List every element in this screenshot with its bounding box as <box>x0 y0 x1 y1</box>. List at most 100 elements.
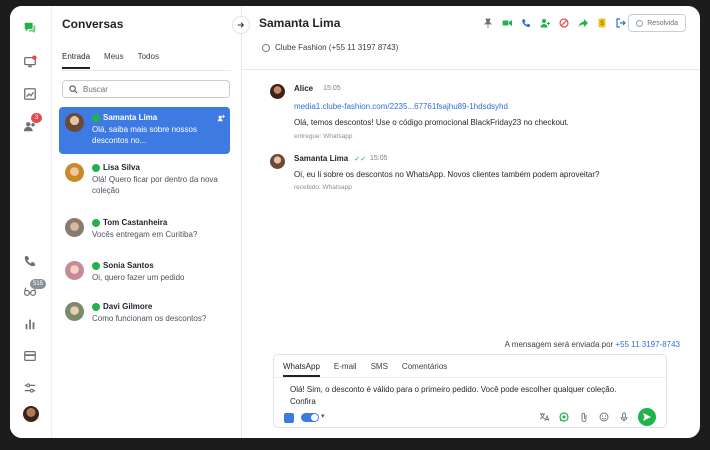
message-text: Oi, eu li sobre os descontos no WhatsApp… <box>294 170 600 179</box>
header-actions: $ <box>482 17 634 28</box>
conversation-preview: Oi, quero fazer um pedido <box>92 273 185 282</box>
send-info-prefix: A mensagem será enviada por <box>504 340 614 349</box>
composer-tools <box>529 408 656 426</box>
contact-channel-text: Clube Fashion (+55 11 3197 8743) <box>275 43 399 52</box>
users-badge: 3 <box>31 113 42 123</box>
channel-tabs: WhatsApp E-mail SMS Comentários <box>283 362 461 377</box>
attachment-icon[interactable] <box>578 412 589 423</box>
tab-entrada[interactable]: Entrada <box>62 52 91 69</box>
check-circle-icon <box>636 19 644 27</box>
conversation-name-row: Samanta Lima <box>92 113 157 122</box>
tab-sms[interactable]: SMS <box>371 362 388 377</box>
nav-rail: 3 515 <box>10 6 52 438</box>
avatar <box>65 218 84 237</box>
microphone-icon[interactable] <box>618 412 629 423</box>
coin-icon[interactable]: $ <box>596 17 607 28</box>
user-avatar[interactable] <box>23 406 39 422</box>
phone-icon[interactable] <box>22 253 38 269</box>
chat-header: Samanta Lima Clube Fashion (+55 11 3197 … <box>232 6 700 70</box>
conversations-panel: Conversas Entrada Meus Todos Buscar Sama… <box>52 6 242 438</box>
chat-icon[interactable] <box>22 20 38 36</box>
emoji-icon[interactable] <box>598 412 609 423</box>
contact-name: Samanta Lima <box>259 16 341 30</box>
message-header: Samanta Lima ✓✓ 15:05 <box>294 154 388 163</box>
message-time: 15:05 <box>323 85 341 92</box>
message-time: 15:05 <box>369 155 388 162</box>
contact-channel: Clube Fashion (+55 11 3197 8743) <box>262 43 398 52</box>
tab-whatsapp[interactable]: WhatsApp <box>283 362 320 377</box>
whatsapp-icon <box>92 163 100 172</box>
send-info-number[interactable]: +55 11 3197-8743 <box>615 340 680 349</box>
search-input[interactable]: Buscar <box>62 80 230 98</box>
message-header: Alice 15:05 <box>294 84 341 93</box>
bar-chart-icon[interactable] <box>22 316 38 332</box>
conversation-preview: Como funcionam os descontos? <box>92 314 207 323</box>
conversation-item[interactable]: Samanta Lima Olá, saiba mais sobre nosso… <box>59 107 230 154</box>
resolve-button[interactable]: Resolvida <box>628 14 686 32</box>
chevron-down-icon[interactable]: ▾ <box>321 412 325 420</box>
message-author: Alice <box>294 84 314 93</box>
users-icon[interactable]: 3 <box>22 113 42 134</box>
conversation-name: Tom Castanheira <box>103 218 168 227</box>
glasses-badge: 515 <box>30 279 46 289</box>
block-icon[interactable] <box>558 17 569 28</box>
whatsapp-icon <box>92 218 100 227</box>
send-button[interactable] <box>638 408 656 426</box>
avatar <box>65 261 84 280</box>
ai-assist-icon[interactable] <box>284 413 294 423</box>
conversation-name: Lisa Silva <box>103 163 140 172</box>
message-composer: WhatsApp E-mail SMS Comentários Olá! Sim… <box>273 354 667 428</box>
signature-toggle[interactable] <box>301 413 319 422</box>
message-author: Samanta Lima <box>294 154 349 163</box>
conversation-name: Davi Gilmore <box>103 302 153 311</box>
chat-panel: Samanta Lima Clube Fashion (+55 11 3197 … <box>232 6 700 438</box>
conversation-preview: Olá! Quero ficar por dentro da nova cole… <box>92 175 218 195</box>
message-input-line: Olá! Sim, o desconto é válido para o pri… <box>290 385 617 394</box>
conversation-name-row: Lisa Silva <box>92 163 140 172</box>
monitor-alert-icon[interactable] <box>22 54 38 70</box>
avatar <box>65 113 84 132</box>
pin-icon[interactable] <box>482 17 493 28</box>
message-link[interactable]: media1.clube-fashion.com/2235...67761fsa… <box>294 102 508 111</box>
conversation-item[interactable]: Sonia Santos Oi, quero fazer um pedido <box>59 255 230 302</box>
exit-icon[interactable] <box>615 17 626 28</box>
send-info: A mensagem será enviada por +55 11 3197-… <box>505 340 680 349</box>
forward-icon[interactable] <box>577 17 588 28</box>
phone-icon[interactable] <box>520 17 531 28</box>
divider <box>274 377 666 378</box>
sliders-icon[interactable] <box>22 380 38 396</box>
tab-comments[interactable]: Comentários <box>402 362 447 377</box>
conversation-item[interactable]: Lisa Silva Olá! Quero ficar por dentro d… <box>59 157 230 204</box>
tab-todos[interactable]: Todos <box>138 52 159 69</box>
assign-icon[interactable] <box>217 114 225 122</box>
whatsapp-icon <box>92 113 100 122</box>
conversation-preview: Vocês entregam em Curitiba? <box>92 230 198 239</box>
message-input-line: Confira <box>290 397 316 406</box>
conversation-name: Samanta Lima <box>103 113 158 122</box>
message-text: Olá, temos descontos! Use o código promo… <box>294 118 569 127</box>
card-icon[interactable] <box>22 348 38 364</box>
whatsapp-icon <box>92 261 100 270</box>
panel-title: Conversas <box>62 17 124 31</box>
whatsapp-icon <box>262 43 270 52</box>
send-icon <box>643 413 651 421</box>
translate-icon[interactable] <box>538 412 549 423</box>
chart-icon[interactable] <box>22 86 38 102</box>
add-user-icon[interactable] <box>539 17 550 28</box>
double-check-icon: ✓✓ <box>354 155 366 163</box>
message-input[interactable]: Olá! Sim, o desconto é válido para o pri… <box>290 384 650 408</box>
conversation-item[interactable]: Tom Castanheira Vocês entregam em Curiti… <box>59 212 230 259</box>
conversation-name-row: Tom Castanheira <box>92 218 167 227</box>
arrow-right-icon <box>237 22 245 28</box>
collapse-panel-button[interactable] <box>232 16 250 34</box>
tab-email[interactable]: E-mail <box>334 362 357 377</box>
avatar <box>270 84 285 99</box>
whatsapp-icon[interactable] <box>558 412 569 423</box>
video-icon[interactable] <box>501 17 512 28</box>
composer-toolbar: ▾ <box>284 408 656 426</box>
divider <box>62 70 231 71</box>
search-placeholder: Buscar <box>83 84 108 94</box>
conversation-item[interactable]: Davi Gilmore Como funcionam os descontos… <box>59 296 230 343</box>
glasses-icon[interactable]: 515 <box>22 279 46 300</box>
tab-meus[interactable]: Meus <box>104 52 124 69</box>
